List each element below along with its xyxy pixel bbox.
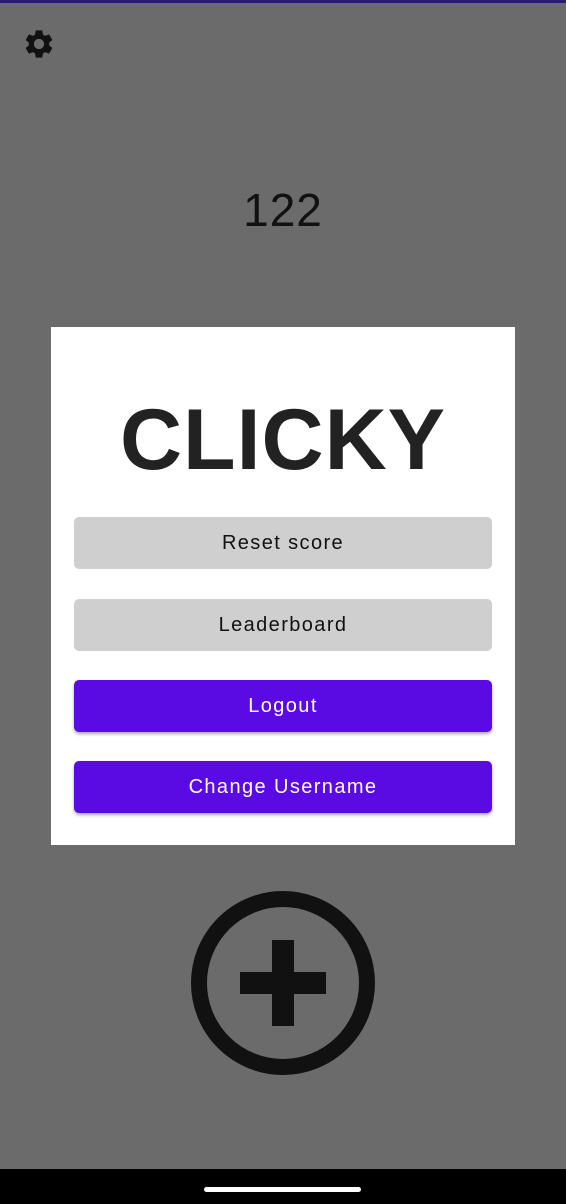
leaderboard-button[interactable]: Leaderboard — [74, 599, 492, 651]
reset-score-button[interactable]: Reset score — [74, 517, 492, 569]
click-button[interactable] — [190, 890, 376, 1076]
gear-icon — [25, 30, 53, 58]
settings-button[interactable] — [22, 27, 56, 61]
home-indicator[interactable] — [204, 1187, 361, 1192]
logout-button[interactable]: Logout — [74, 680, 492, 732]
score-counter: 122 — [243, 184, 323, 236]
status-bar-strip — [0, 0, 566, 3]
dialog-title: CLICKY — [119, 392, 447, 488]
add-circle-icon — [191, 891, 375, 1075]
change-username-button[interactable]: Change Username — [74, 761, 492, 813]
